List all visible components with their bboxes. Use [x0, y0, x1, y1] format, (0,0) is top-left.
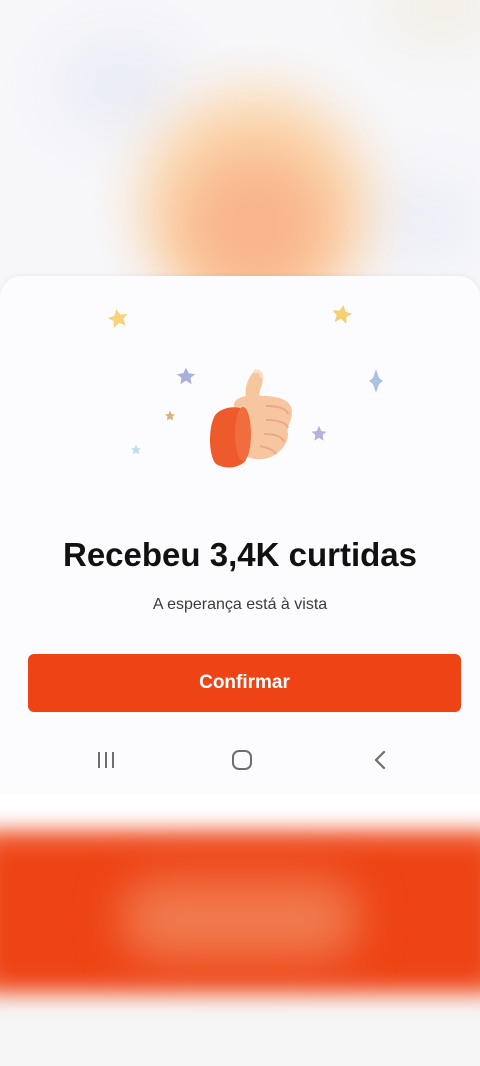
confirm-button[interactable]: Confirmar: [28, 654, 461, 712]
star-icon: [176, 367, 196, 385]
likes-dialog: Recebeu 3,4K curtidas A esperança está à…: [0, 276, 480, 794]
star-icon: [332, 305, 353, 324]
thumbs-up-illustration: [100, 296, 400, 496]
screen: Recebeu 3,4K curtidas A esperança está à…: [0, 0, 480, 1066]
star-icon: [107, 309, 128, 328]
star-icon: [165, 410, 175, 421]
blurred-background-bottom: [0, 794, 480, 1066]
thumbs-up-icon: [210, 369, 292, 468]
home-icon[interactable]: [222, 744, 262, 776]
dialog-subtitle: A esperança está à vista: [152, 596, 328, 613]
recent-apps-icon[interactable]: [86, 744, 126, 776]
star-icon: [311, 425, 327, 441]
star-icon: [131, 444, 141, 455]
star-icon: [369, 369, 383, 393]
back-icon[interactable]: [360, 744, 400, 776]
system-navigation-bar: [0, 738, 480, 782]
blurred-background-top: [0, 0, 480, 290]
dialog-title: Recebeu 3,4K curtidas: [63, 536, 417, 573]
